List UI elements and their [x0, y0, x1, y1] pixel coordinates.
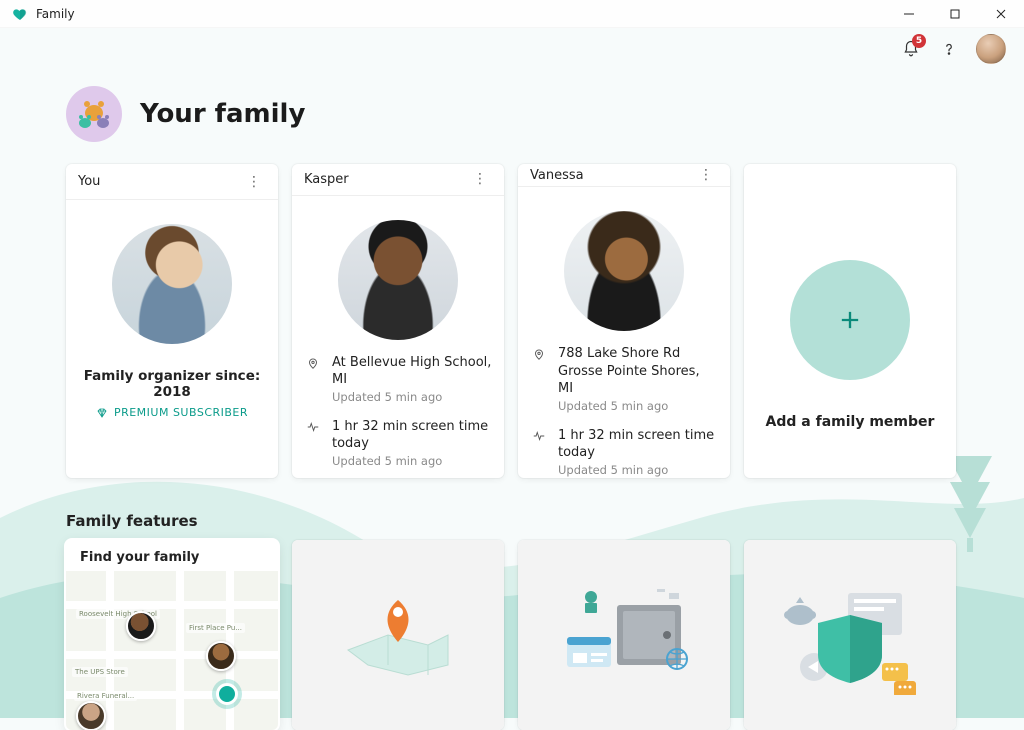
screen-time-updated: Updated 5 min ago — [558, 463, 718, 477]
diamond-icon — [96, 407, 108, 419]
location-text: At Bellevue High School, MI — [332, 354, 492, 389]
help-button[interactable] — [938, 38, 960, 60]
content-illustration — [744, 540, 956, 730]
family-badge-icon — [66, 86, 122, 142]
screen-time-updated: Updated 5 min ago — [332, 454, 492, 468]
screen-time-text: 1 hr 32 min screen time today — [332, 418, 492, 453]
profile-avatar[interactable] — [976, 34, 1006, 64]
header-actions: 5 — [900, 34, 1006, 64]
section-title-features: Family features — [66, 512, 958, 530]
app-title: Family — [36, 7, 75, 21]
feature-card-safety[interactable] — [518, 540, 730, 730]
card-menu-button[interactable]: ⋮ — [695, 164, 718, 186]
activity-icon — [304, 418, 322, 468]
location-updated: Updated 5 min ago — [558, 399, 718, 413]
member-card-kasper[interactable]: Kasper ⋮ At Bellevue High School, MI Upd… — [292, 164, 504, 478]
add-circle-icon — [790, 260, 910, 380]
card-menu-button[interactable]: ⋮ — [469, 168, 492, 190]
member-cards-row: You ⋮ Family organizer since: 2018 PREMI… — [66, 164, 958, 478]
map-current-location-dot — [216, 683, 238, 705]
notification-badge: 5 — [912, 34, 926, 48]
avatar — [112, 224, 232, 344]
feature-title: Find your family — [66, 540, 278, 571]
notifications-button[interactable]: 5 — [900, 38, 922, 60]
premium-subscriber-badge: PREMIUM SUBSCRIBER — [96, 406, 248, 419]
member-name: You — [78, 174, 100, 189]
activity-icon — [530, 427, 548, 477]
location-updated: Updated 5 min ago — [332, 390, 492, 404]
feature-card-location[interactable] — [292, 540, 504, 730]
safety-illustration — [518, 540, 730, 730]
avatar — [564, 211, 684, 331]
feature-card-content[interactable] — [744, 540, 956, 730]
map-thumbnail: Roosevelt High School The UPS Store Rive… — [66, 571, 278, 730]
feature-card-find-family[interactable]: Find your family Roosevelt High School T… — [66, 540, 278, 730]
location-illustration — [292, 540, 504, 730]
app-icon — [12, 6, 28, 22]
close-button[interactable] — [978, 0, 1024, 28]
page-header: Your family — [66, 86, 958, 142]
maximize-button[interactable] — [932, 0, 978, 28]
feature-cards-row: Find your family Roosevelt High School T… — [66, 540, 958, 730]
card-menu-button[interactable]: ⋮ — [243, 171, 266, 193]
window-controls — [886, 0, 1024, 28]
titlebar: Family — [0, 0, 1024, 28]
location-line2: Grosse Pointe Shores, MI — [558, 363, 718, 398]
add-member-label: Add a family member — [766, 414, 935, 430]
page-title: Your family — [140, 99, 305, 129]
location-line1: 788 Lake Shore Rd — [558, 345, 718, 363]
avatar — [338, 220, 458, 340]
minimize-button[interactable] — [886, 0, 932, 28]
add-member-card[interactable]: Add a family member — [744, 164, 956, 478]
premium-label: PREMIUM SUBSCRIBER — [114, 406, 248, 419]
member-card-you[interactable]: You ⋮ Family organizer since: 2018 PREMI… — [66, 164, 278, 478]
member-name: Vanessa — [530, 168, 584, 183]
screen-time-text: 1 hr 32 min screen time today — [558, 427, 718, 462]
member-name: Kasper — [304, 172, 349, 187]
organizer-since-label: Family organizer since: 2018 — [78, 368, 266, 400]
member-card-vanessa[interactable]: Vanessa ⋮ 788 Lake Shore Rd Grosse Point… — [518, 164, 730, 478]
location-pin-icon — [304, 354, 322, 404]
location-pin-icon — [530, 345, 548, 413]
